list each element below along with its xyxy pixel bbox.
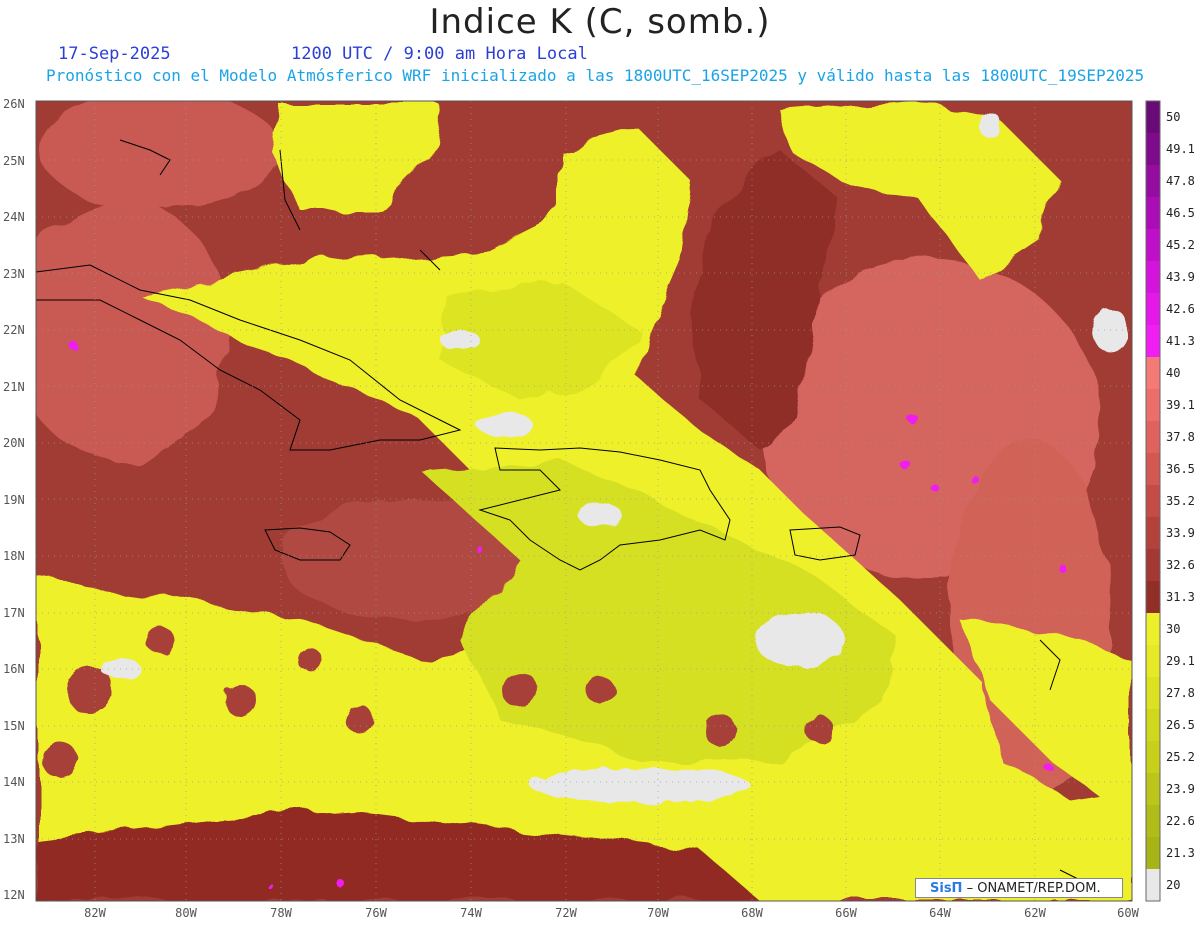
colorbar-label: 42.6	[1166, 302, 1195, 316]
colorbar-swatch	[1146, 741, 1160, 774]
colorbar-label: 26.5	[1166, 718, 1195, 732]
colorbar-swatch	[1146, 805, 1160, 838]
colorbar-swatch	[1146, 485, 1160, 518]
colorbar-swatch	[1146, 229, 1160, 262]
colorbar-swatch	[1146, 549, 1160, 582]
colorbar-label: 27.8	[1166, 686, 1195, 700]
colorbar-label: 25.2	[1166, 750, 1195, 764]
lon-label: 62W	[1024, 906, 1046, 920]
colorbar-swatch	[1146, 261, 1160, 294]
colorbar-swatch	[1146, 197, 1160, 230]
colorbar-label: 21.3	[1166, 846, 1195, 860]
colorbar-label: 29.1	[1166, 654, 1195, 668]
colorbar-label: 37.8	[1166, 430, 1195, 444]
colorbar-swatch	[1146, 165, 1160, 198]
colorbar-swatch	[1146, 645, 1160, 678]
lat-label: 23N	[3, 267, 25, 281]
lat-label: 13N	[3, 832, 25, 846]
colorbar-swatch	[1146, 101, 1160, 134]
lat-label: 25N	[3, 154, 25, 168]
sispi-logo: SisΠ	[930, 881, 963, 896]
colorbar-swatch	[1146, 133, 1160, 166]
colorbar-swatch	[1146, 421, 1160, 454]
lon-label: 60W	[1117, 906, 1139, 920]
longitude-axis: 82W 80W 78W 76W 74W 72W 70W 68W 66W 64W …	[84, 906, 1139, 920]
lat-label: 22N	[3, 323, 25, 337]
lon-label: 70W	[647, 906, 669, 920]
lat-label: 21N	[3, 380, 25, 394]
colorbar-swatch	[1146, 709, 1160, 742]
lon-label: 82W	[84, 906, 106, 920]
lat-label: 26N	[3, 97, 25, 111]
colorbar-swatch	[1146, 293, 1160, 326]
colorbar-label: 50	[1166, 110, 1180, 124]
colorbar: 50 49.1 47.8 46.5 45.2 43.9 42.6 41.3 40 39.1 37.8…	[1145, 100, 1195, 902]
colorbar-label: 46.5	[1166, 206, 1195, 220]
lat-label: 19N	[3, 493, 25, 507]
colorbar-label: 49.1	[1166, 142, 1195, 156]
colorbar-swatch	[1146, 389, 1160, 422]
lat-label: 16N	[3, 662, 25, 676]
colorbar-label: 22.6	[1166, 814, 1195, 828]
lon-label: 74W	[460, 906, 482, 920]
colorbar-label: 32.6	[1166, 558, 1195, 572]
lon-label: 78W	[270, 906, 292, 920]
credit-text: – ONAMET/REP.DOM.	[966, 881, 1101, 896]
colorbar-swatch	[1146, 453, 1160, 486]
k-index-field	[36, 101, 1132, 901]
colorbar-swatch	[1146, 837, 1160, 870]
colorbar-swatch	[1146, 773, 1160, 806]
lon-label: 66W	[835, 906, 857, 920]
colorbar-swatch	[1146, 517, 1160, 550]
colorbar-swatch	[1146, 613, 1160, 646]
colorbar-swatch	[1146, 325, 1160, 358]
colorbar-label: 31.3	[1166, 590, 1195, 604]
colorbar-swatch	[1146, 357, 1160, 390]
map-figure: 26N 25N 24N 23N 22N 21N 20N 19N 18N 17N …	[3, 97, 1195, 920]
colorbar-label: 43.9	[1166, 270, 1195, 284]
colorbar-label: 41.3	[1166, 334, 1195, 348]
lat-label: 17N	[3, 606, 25, 620]
latitude-axis: 26N 25N 24N 23N 22N 21N 20N 19N 18N 17N …	[3, 97, 25, 902]
lat-label: 24N	[3, 210, 25, 224]
lon-label: 64W	[929, 906, 951, 920]
lon-label: 72W	[555, 906, 577, 920]
colorbar-label: 20	[1166, 878, 1180, 892]
colorbar-label: 40	[1166, 366, 1180, 380]
colorbar-label: 23.9	[1166, 782, 1195, 796]
colorbar-label: 30	[1166, 622, 1180, 636]
colorbar-swatch	[1146, 869, 1160, 902]
colorbar-label: 35.2	[1166, 494, 1195, 508]
lat-label: 15N	[3, 719, 25, 733]
lat-label: 14N	[3, 775, 25, 789]
lat-label: 12N	[3, 888, 25, 902]
colorbar-swatch	[1146, 581, 1160, 614]
lon-label: 80W	[175, 906, 197, 920]
colorbar-label: 45.2	[1166, 238, 1195, 252]
colorbar-label: 33.9	[1166, 526, 1195, 540]
lon-label: 76W	[365, 906, 387, 920]
colorbar-swatch	[1146, 677, 1160, 710]
colorbar-label: 39.1	[1166, 398, 1195, 412]
colorbar-label: 47.8	[1166, 174, 1195, 188]
colorbar-label: 36.5	[1166, 462, 1195, 476]
lat-label: 18N	[3, 549, 25, 563]
credit-box: SisΠ – ONAMET/REP.DOM.	[915, 878, 1123, 898]
lat-label: 20N	[3, 436, 25, 450]
lon-label: 68W	[741, 906, 763, 920]
